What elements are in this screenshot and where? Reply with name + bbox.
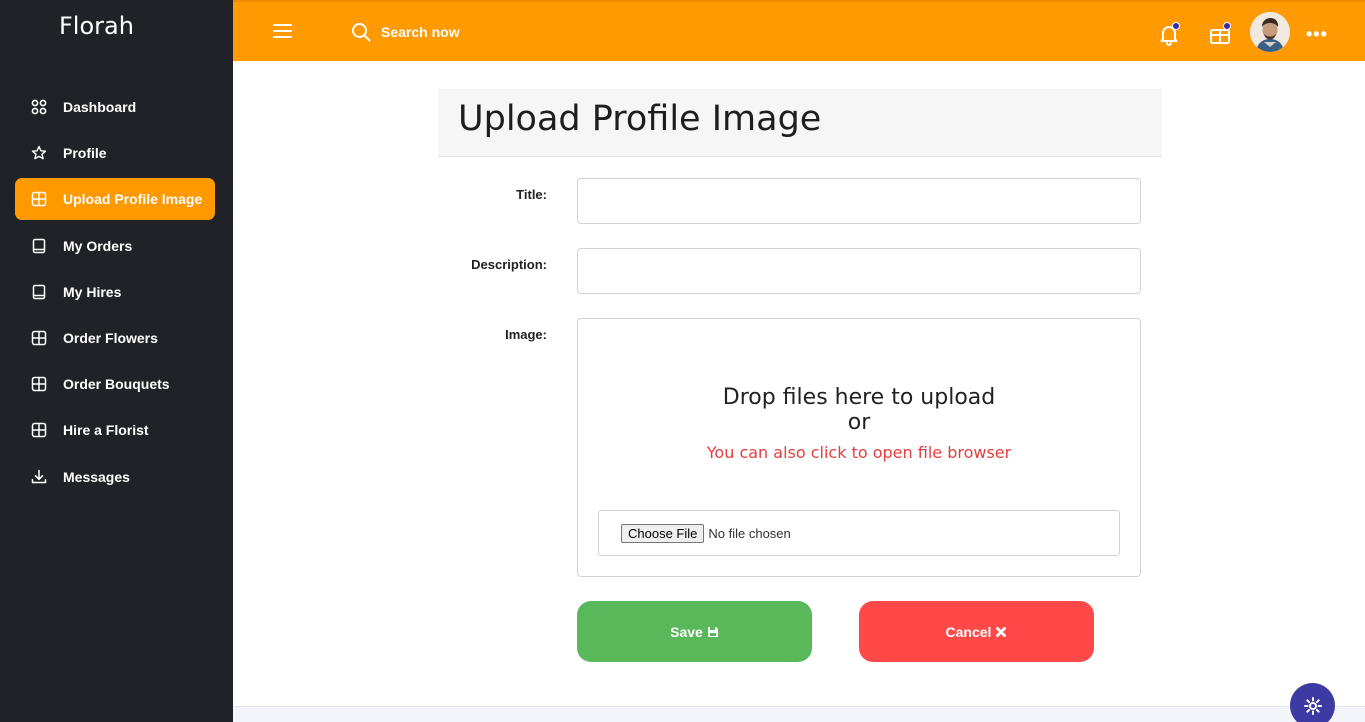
book-icon — [31, 238, 47, 254]
search-icon — [352, 23, 371, 42]
sidebar-item-order-bouquets[interactable]: Order Bouquets — [15, 363, 215, 405]
sidebar-item-order-flowers[interactable]: Order Flowers — [15, 317, 215, 359]
image-label: Image: — [505, 327, 547, 342]
image-dropzone[interactable]: Drop files here to upload or You can als… — [577, 318, 1141, 577]
sidebar-item-label: My Hires — [63, 283, 122, 300]
menu-icon[interactable] — [273, 24, 292, 38]
sidebar-item-hire-a-florist[interactable]: Hire a Florist — [15, 409, 215, 451]
sidebar-nav: Dashboard Profile Upload Profile Image M… — [15, 86, 215, 502]
gear-icon — [1303, 696, 1322, 715]
avatar[interactable] — [1250, 12, 1290, 52]
save-button-label: Save — [670, 623, 703, 640]
sidebar-item-label: Order Bouquets — [63, 376, 170, 393]
sidebar-item-messages[interactable]: Messages — [15, 456, 215, 498]
grid-square-icon — [31, 191, 47, 207]
sidebar-item-upload-profile-image[interactable]: Upload Profile Image — [15, 178, 215, 221]
dropzone-subtext[interactable]: You can also click to open file browser — [578, 443, 1140, 462]
sidebar-item-profile[interactable]: Profile — [15, 132, 215, 174]
book-icon — [31, 284, 47, 300]
sidebar-item-my-hires[interactable]: My Hires — [15, 271, 215, 313]
description-field[interactable] — [577, 248, 1141, 294]
sidebar-item-label: Dashboard — [63, 99, 137, 115]
sidebar-item-label: Profile — [63, 145, 107, 162]
sidebar-item-label: Hire a Florist — [63, 422, 149, 439]
cancel-button[interactable]: Cancel — [859, 601, 1094, 662]
grid-square-icon — [31, 330, 47, 346]
file-input: Choose File No file chosen — [598, 510, 1120, 556]
file-status: No file chosen — [708, 525, 791, 541]
dropzone-heading: Drop files here to upload — [722, 385, 996, 410]
brand-logo[interactable]: Florah — [59, 12, 134, 40]
title-field[interactable] — [577, 178, 1141, 224]
save-button[interactable]: Save — [577, 601, 812, 662]
footer — [233, 706, 1365, 722]
grid-square-icon — [31, 376, 47, 392]
description-label: Description: — [471, 257, 547, 272]
download-icon — [31, 469, 47, 485]
settings-fab[interactable] — [1290, 683, 1335, 722]
grid-square-icon — [31, 422, 47, 438]
page-title: Upload Profile Image — [458, 99, 822, 139]
sidebar-item-my-orders[interactable]: My Orders — [15, 225, 215, 267]
close-icon — [996, 626, 1007, 637]
search-bar[interactable]: Search now — [351, 22, 460, 42]
title-label: Title: — [516, 187, 547, 202]
gift-icon[interactable] — [1208, 22, 1232, 46]
cancel-button-label: Cancel — [945, 623, 992, 640]
sidebar-item-label: Messages — [63, 468, 130, 485]
sidebar-item-label: My Orders — [63, 237, 133, 254]
sidebar-item-dashboard[interactable]: Dashboard — [15, 86, 215, 128]
bell-icon[interactable] — [1157, 22, 1181, 46]
grid-circles-icon — [31, 99, 47, 115]
card-header: Upload Profile Image — [438, 89, 1162, 157]
top-bar: Search now ••• — [233, 0, 1365, 61]
notification-dot — [1172, 22, 1180, 30]
notification-dot — [1223, 22, 1231, 30]
star-icon — [31, 145, 47, 161]
dropzone-or: or — [847, 410, 871, 435]
sidebar-item-label: Upload Profile Image — [63, 191, 203, 208]
search-input[interactable]: Search now — [381, 24, 460, 40]
choose-file-button[interactable]: Choose File — [621, 523, 705, 543]
sidebar: Florah Dashboard Profile Upload Profile … — [0, 0, 233, 722]
more-icon[interactable]: ••• — [1306, 24, 1328, 45]
sidebar-item-label: Order Flowers — [63, 329, 158, 346]
floppy-disk-icon — [707, 626, 718, 637]
